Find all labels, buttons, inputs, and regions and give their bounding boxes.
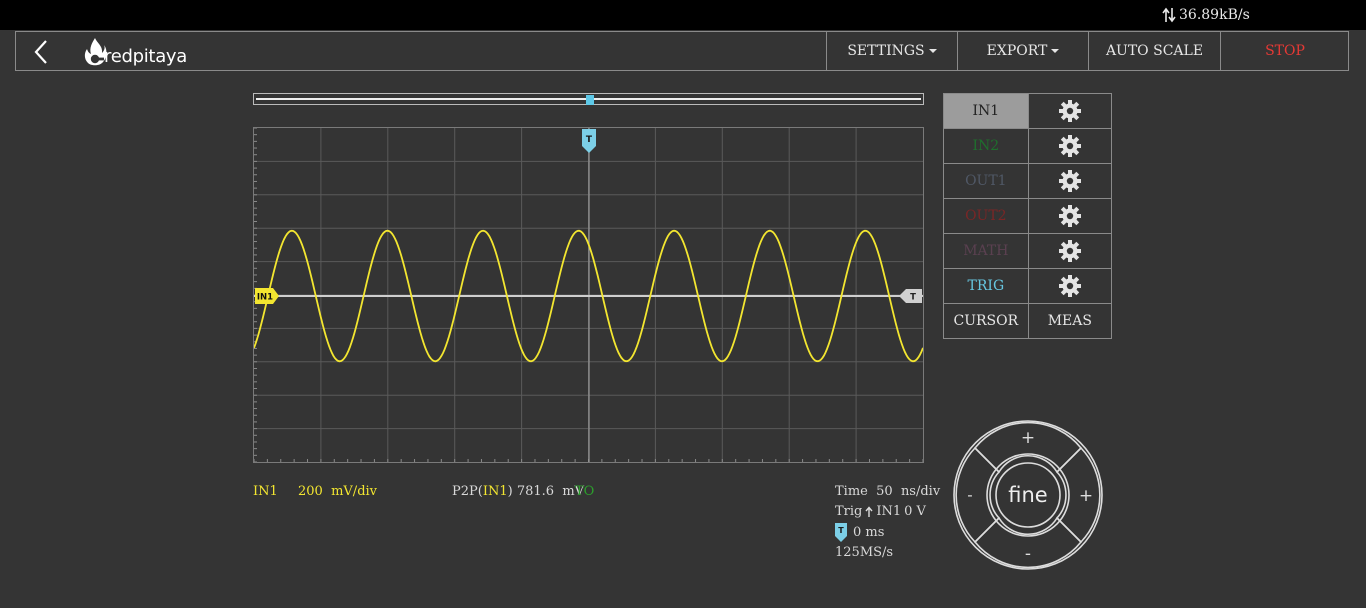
- back-button[interactable]: [30, 38, 54, 66]
- fine-label: fine: [1008, 483, 1047, 507]
- channel-menu: IN1 IN2 OUT1 OUT2 MATH TRIG CURSOR MEAS: [943, 93, 1113, 339]
- in1-scale-unit: mV/div: [331, 484, 378, 499]
- caret-down-icon: [1051, 49, 1060, 53]
- meas-label: MEAS: [1047, 313, 1092, 329]
- time-offset-slider[interactable]: [253, 93, 924, 105]
- trigger-label: Trig: [835, 504, 863, 519]
- trig-settings-button[interactable]: [1027, 268, 1113, 304]
- trigger-marker-icon: T: [835, 523, 847, 542]
- dpad-up-label: +: [1021, 428, 1035, 448]
- meas-button[interactable]: MEAS: [1027, 303, 1113, 339]
- in1-channel-name: IN1: [253, 484, 278, 499]
- channel-in1-label: IN1: [972, 103, 1000, 119]
- cursor-button[interactable]: CURSOR: [943, 303, 1029, 339]
- p2p-suffix: ): [507, 484, 513, 499]
- oscilloscope-canvas: T IN1 T: [254, 128, 923, 462]
- channel-in2-label: IN2: [972, 138, 1000, 154]
- auto-scale-button[interactable]: AUTO SCALE: [1088, 32, 1220, 70]
- auto-scale-label: AUTO SCALE: [1105, 43, 1204, 59]
- sample-rate: 125MS/s: [835, 545, 894, 560]
- channel-in2-button[interactable]: IN2: [943, 128, 1029, 164]
- rising-edge-icon: [865, 505, 873, 517]
- channel-out1-button[interactable]: OUT1: [943, 163, 1029, 199]
- dpad-left-label: -: [967, 486, 972, 504]
- timebase-value: 50: [876, 484, 893, 499]
- time-offset-handle[interactable]: [586, 95, 594, 105]
- channel-math-button[interactable]: MATH: [943, 233, 1029, 269]
- trigger-delay-readout: T 0 ms: [835, 523, 884, 542]
- chevron-left-icon: [34, 40, 47, 64]
- gear-icon: [1058, 205, 1081, 227]
- dpad-right-label: +: [1079, 486, 1093, 506]
- p2p-value: 781.6: [516, 484, 555, 499]
- out2-settings-button[interactable]: [1027, 198, 1113, 234]
- trigger-level-marker[interactable]: T: [899, 289, 922, 303]
- timebase-label: Time: [835, 484, 868, 499]
- channel-math-label: MATH: [963, 243, 1009, 259]
- dpad-down-label: -: [1025, 544, 1031, 564]
- trigger-delay-value: 0 ms: [853, 525, 885, 540]
- channel-in1-button[interactable]: IN1: [943, 93, 1029, 129]
- logo-text: redpitaya: [104, 46, 188, 67]
- p2p-prefix: P2P(: [452, 484, 483, 499]
- timebase-readout: Time 50 ns/div: [835, 484, 940, 499]
- timebase-unit: ns/div: [900, 484, 941, 499]
- channel-out2-button[interactable]: OUT2: [943, 198, 1029, 234]
- out1-settings-button[interactable]: [1027, 163, 1113, 199]
- settings-menu-button[interactable]: SETTINGS: [826, 32, 957, 70]
- in2-settings-button[interactable]: [1027, 128, 1113, 164]
- channel-trig-label: TRIG: [967, 278, 1005, 294]
- dpad-control: + + - - fine: [953, 420, 1103, 570]
- stop-button[interactable]: STOP: [1220, 32, 1349, 70]
- in1-offset-marker-label: IN1: [257, 293, 273, 303]
- channel-trig-button[interactable]: TRIG: [943, 268, 1029, 304]
- stop-label: STOP: [1265, 43, 1305, 59]
- acquisition-mode: TO: [575, 484, 595, 499]
- channel-out1-label: OUT1: [965, 173, 1007, 189]
- export-label: EXPORT: [986, 43, 1048, 59]
- gear-icon: [1058, 170, 1081, 192]
- transfer-arrows-icon: [1162, 7, 1176, 23]
- trigger-readout: Trig IN1 0 V: [835, 504, 926, 519]
- settings-label: SETTINGS: [847, 43, 925, 59]
- gear-icon: [1058, 100, 1081, 122]
- oscilloscope-graph[interactable]: T IN1 T: [253, 127, 924, 463]
- channel-out2-label: OUT2: [965, 208, 1007, 224]
- export-menu-button[interactable]: EXPORT: [957, 32, 1088, 70]
- in1-scale-readout: 200 mV/div: [298, 484, 377, 499]
- gear-icon: [1058, 135, 1081, 157]
- math-settings-button[interactable]: [1027, 233, 1113, 269]
- svg-text:T: T: [838, 526, 844, 535]
- logo[interactable]: redpitaya: [82, 37, 187, 69]
- trigger-level-marker-label: T: [910, 293, 916, 303]
- trigger-time-marker[interactable]: T: [582, 129, 596, 153]
- status-bar: 36.89kB/s: [0, 0, 1366, 30]
- main-navbar: redpitaya SETTINGS EXPORT AUTO SCALE STO…: [15, 31, 1349, 71]
- in1-settings-button[interactable]: [1027, 93, 1113, 129]
- trigger-source: IN1: [876, 504, 902, 519]
- in1-offset-marker[interactable]: IN1: [255, 288, 279, 304]
- p2p-channel: IN1: [482, 484, 508, 499]
- caret-down-icon: [928, 49, 937, 53]
- data-rate-value: 36.89kB/s: [1179, 7, 1250, 23]
- trigger-time-marker-label: T: [586, 135, 593, 145]
- cursor-label: CURSOR: [953, 313, 1019, 329]
- gear-icon: [1058, 275, 1081, 297]
- trigger-level: 0 V: [904, 504, 926, 519]
- in1-scale-value: 200: [298, 484, 323, 499]
- data-rate: 36.89kB/s: [1162, 7, 1250, 23]
- gear-icon: [1058, 240, 1081, 262]
- p2p-measurement: P2P(IN1) 781.6 mV: [452, 484, 584, 499]
